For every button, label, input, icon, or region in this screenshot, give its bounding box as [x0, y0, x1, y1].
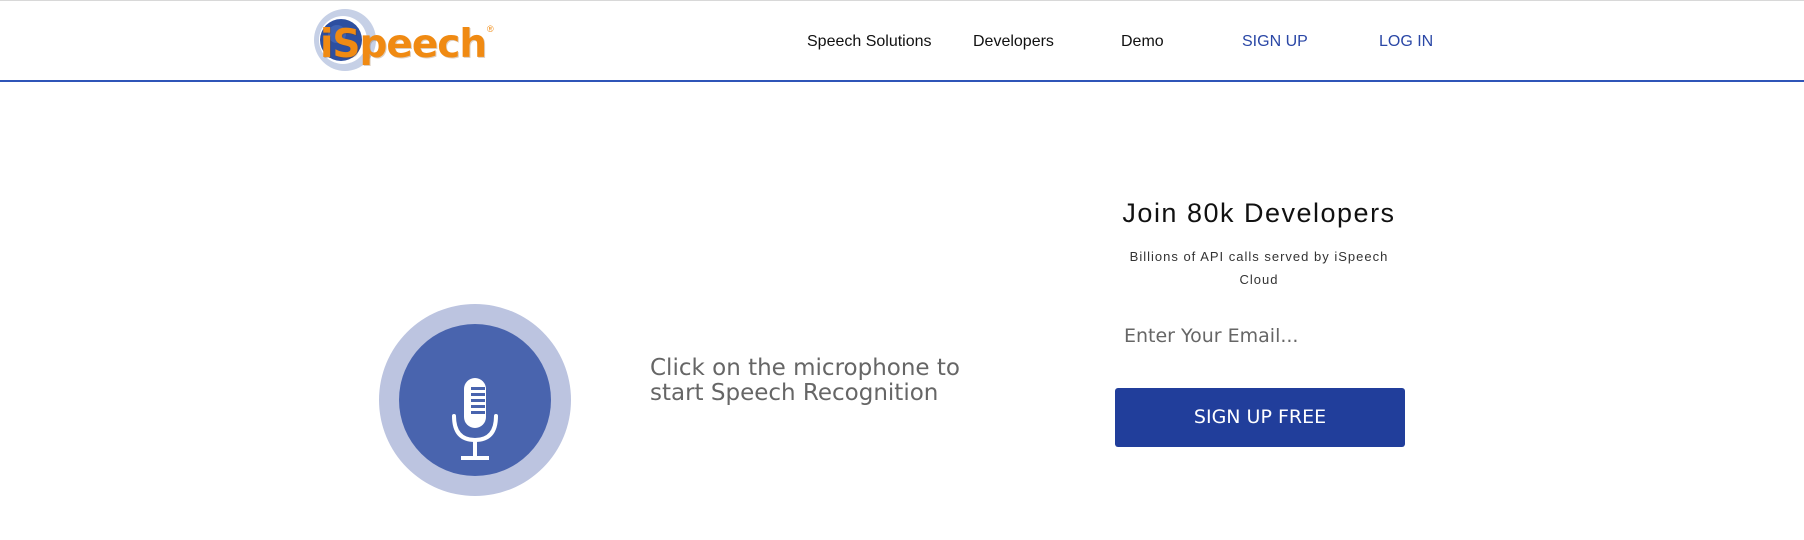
nav-log-in[interactable]: LOG IN [1379, 30, 1433, 54]
nav-sign-up[interactable]: SIGN UP [1242, 30, 1308, 54]
nav-speech-solutions[interactable]: Speech Solutions [807, 30, 932, 54]
signup-subtitle: Billions of API calls served by iSpeech … [1129, 249, 1389, 287]
signup-title: Join 80k Developers [1122, 198, 1396, 228]
registered-mark: ® [487, 24, 494, 34]
page: iSpeech ® Speech Solutions Developers De… [0, 0, 1804, 540]
logo-wordmark: iSpeech [320, 22, 487, 67]
sign-up-free-button[interactable]: SIGN UP FREE [1115, 388, 1405, 447]
microphone-prompt: Click on the microphone to start Speech … [650, 355, 960, 406]
microphone-icon [452, 378, 498, 460]
site-header: iSpeech ® Speech Solutions Developers De… [0, 1, 1804, 82]
email-field[interactable] [1122, 319, 1404, 353]
ispeech-logo[interactable]: iSpeech ® [312, 7, 497, 73]
nav-developers[interactable]: Developers [973, 30, 1054, 54]
microphone-outer-ring [379, 304, 571, 496]
nav-demo[interactable]: Demo [1121, 30, 1164, 54]
microphone-button[interactable] [399, 324, 551, 476]
